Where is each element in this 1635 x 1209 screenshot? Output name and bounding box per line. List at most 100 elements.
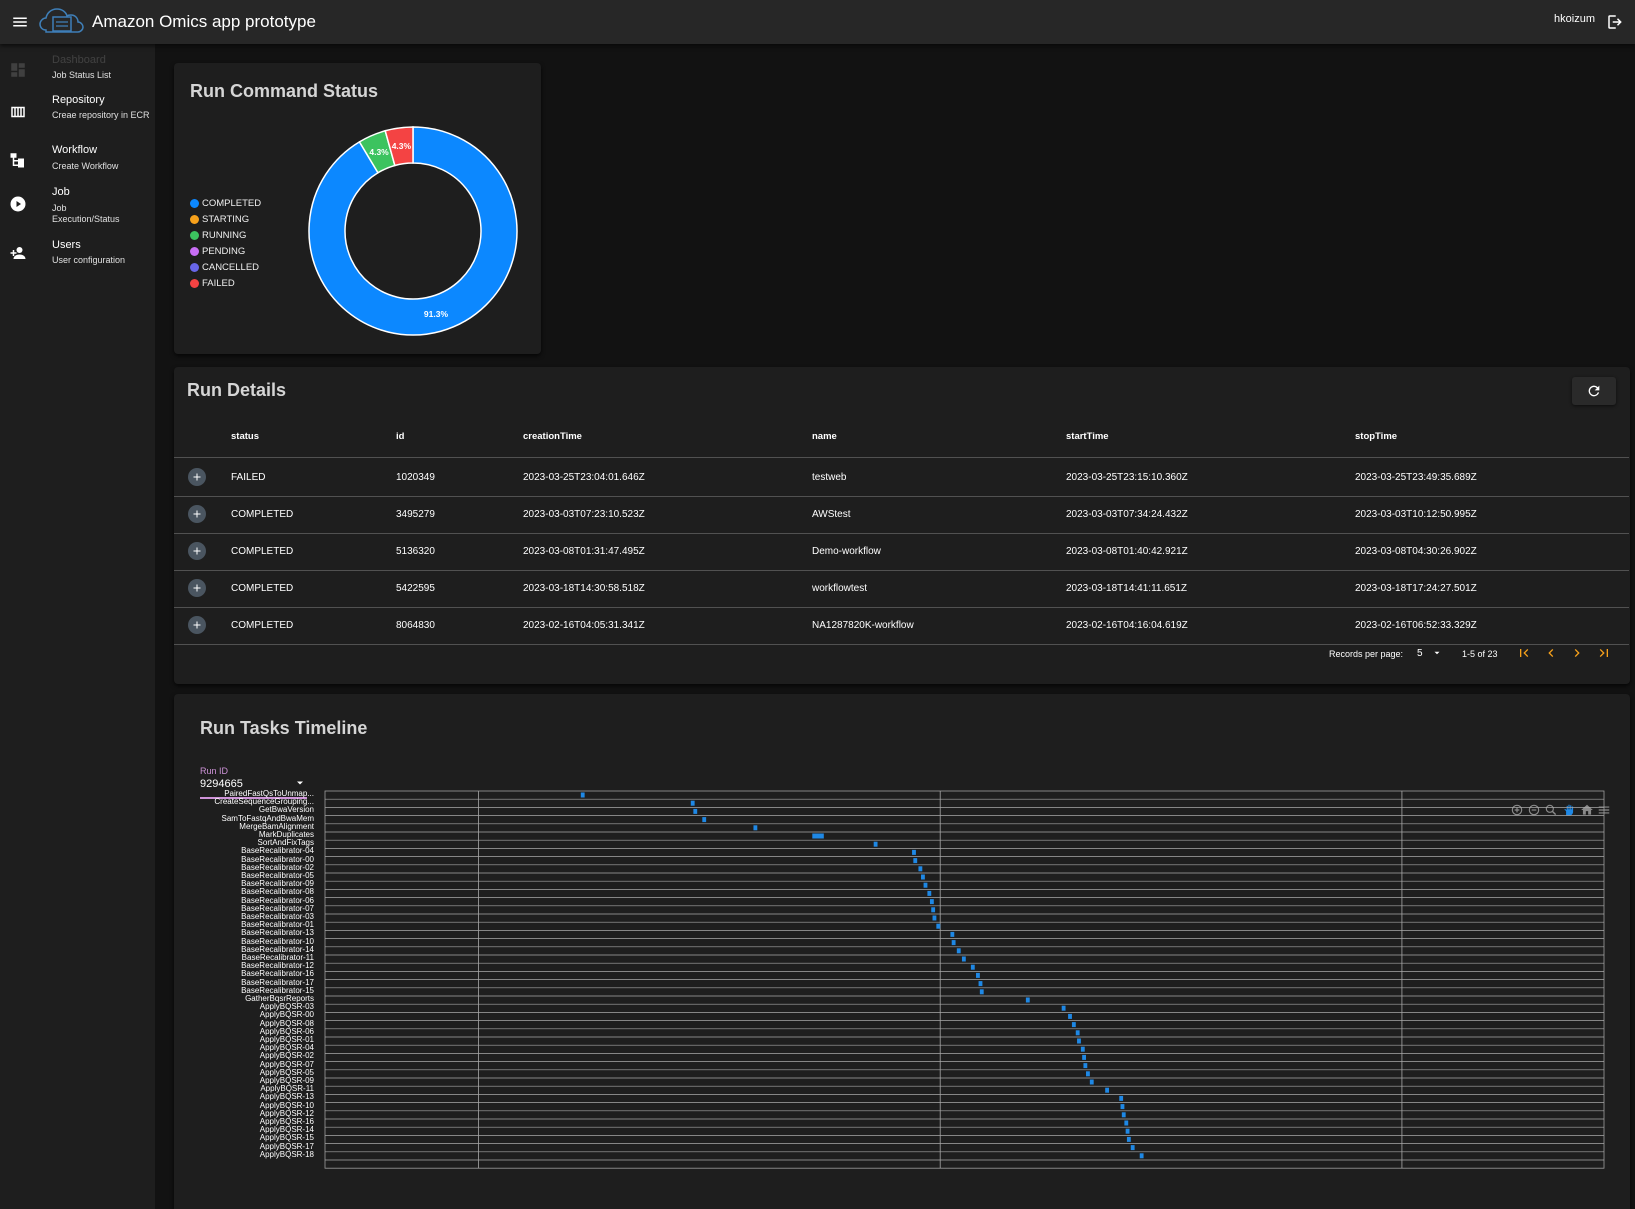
timeline-task-bar[interactable] (927, 890, 932, 896)
row-start-time: 2023-02-16T04:16:04.619Z (1066, 620, 1188, 631)
timeline-task-labels: PairedFastQsToUnmap... CreateSequenceGrou… (174, 694, 314, 1209)
row-stop-time: 2023-03-03T10:12:50.995Z (1355, 509, 1477, 520)
timeline-task-bar[interactable] (970, 964, 975, 970)
row-id: 8064830 (396, 620, 435, 631)
timeline-chart (324, 790, 1605, 1169)
records-per-page-label: Records per page: (1329, 649, 1404, 659)
timeline-task-bar[interactable] (1068, 1013, 1072, 1019)
timeline-task-bar[interactable] (951, 940, 956, 946)
column-header-id[interactable]: id (396, 431, 404, 442)
timeline-task-bar[interactable] (1121, 1112, 1126, 1118)
timeline-task-label: ApplyBQSR-18 (259, 1149, 314, 1159)
sidebar-item-repository[interactable]: Repository Creae repository in ECR (0, 92, 155, 136)
timeline-task-bar[interactable] (932, 915, 937, 921)
timeline-task-bar[interactable] (913, 858, 918, 864)
sidebar-item-workflow[interactable]: Workflow Create Workflow (0, 144, 155, 178)
next-page-button[interactable] (1567, 643, 1587, 663)
row-creation-time: 2023-03-03T07:23:10.523Z (523, 509, 645, 520)
timeline-task-bar[interactable] (931, 907, 936, 913)
timeline-task-bar[interactable] (921, 874, 925, 880)
logout-button[interactable] (1599, 6, 1631, 38)
timeline-task-bar[interactable] (956, 948, 961, 954)
timeline-task-bar[interactable] (961, 956, 966, 962)
legend-swatch (190, 230, 199, 240)
timeline-task-bar[interactable] (580, 792, 585, 798)
previous-page-button[interactable] (1541, 643, 1561, 663)
sidebar-item-job[interactable]: Job Job Execution/Status (0, 186, 155, 230)
timeline-task-bar[interactable] (1080, 1046, 1085, 1052)
menu-icon (13, 17, 27, 27)
timeline-task-bar[interactable] (1086, 1071, 1090, 1077)
row-creation-time: 2023-03-08T01:31:47.495Z (523, 546, 645, 557)
timeline-task-bar[interactable] (1061, 1005, 1066, 1011)
column-header-stop-time[interactable]: stopTime (1355, 431, 1397, 442)
timeline-task-bar[interactable] (936, 923, 941, 929)
timeline-task-bar[interactable] (1130, 1145, 1135, 1151)
expand-row-button[interactable] (188, 579, 206, 597)
expand-row-button[interactable] (188, 542, 206, 560)
timeline-task-bar[interactable] (1082, 1054, 1087, 1060)
row-name: AWStest (812, 509, 851, 520)
legend-item[interactable]: RUNNING (190, 227, 261, 243)
timeline-task-bar[interactable] (976, 972, 980, 978)
timeline-task-bar[interactable] (1125, 1128, 1130, 1134)
legend-label: RUNNING (202, 229, 247, 241)
slice-label-completed: 91.3% (424, 309, 449, 319)
timeline-task-bar[interactable] (912, 849, 916, 855)
timeline-task-bar[interactable] (702, 817, 707, 823)
menu-button[interactable] (2, 4, 38, 40)
timeline-task-bar[interactable] (1025, 997, 1030, 1003)
timeline-task-bar[interactable] (693, 808, 698, 814)
sidebar-item-users[interactable]: Users User configuration (0, 239, 155, 273)
timeline-task-bar[interactable] (1071, 1022, 1076, 1028)
sidebar-item-sub: Job Status List (52, 70, 112, 80)
timeline-task-bar[interactable] (1124, 1120, 1129, 1126)
row-start-time: 2023-03-25T23:15:10.360Z (1066, 472, 1188, 483)
records-per-page-value: 5 (1417, 648, 1423, 659)
expand-row-button[interactable] (188, 505, 206, 523)
legend-item[interactable]: CANCELLED (190, 259, 261, 275)
column-header-start-time[interactable]: startTime (1066, 431, 1109, 442)
legend-item[interactable]: STARTING (190, 211, 261, 227)
column-header-name[interactable]: name (812, 431, 837, 442)
timeline-task-bar[interactable] (812, 833, 824, 839)
row-id: 5136320 (396, 546, 435, 557)
timeline-task-bar[interactable] (1120, 1104, 1125, 1110)
records-per-page-select[interactable]: 5 (1414, 642, 1448, 662)
timeline-task-bar[interactable] (1077, 1038, 1081, 1044)
expand-row-button[interactable] (188, 468, 206, 486)
legend-item[interactable]: COMPLETED (190, 195, 261, 211)
timeline-task-bar[interactable] (1075, 1030, 1080, 1036)
timeline-task-bar[interactable] (873, 841, 878, 847)
timeline-task-bar[interactable] (1105, 1087, 1110, 1093)
timeline-task-bar[interactable] (979, 989, 984, 995)
timeline-task-bar[interactable] (1139, 1153, 1144, 1159)
row-start-time: 2023-03-18T14:41:11.651Z (1066, 583, 1188, 594)
refresh-button[interactable] (1572, 377, 1616, 405)
legend-label: PENDING (202, 245, 246, 257)
timeline-task-bar[interactable] (929, 899, 934, 905)
timeline-task-bar[interactable] (690, 800, 695, 806)
timeline-task-bar[interactable] (1083, 1063, 1088, 1069)
timeline-task-bar[interactable] (950, 931, 955, 937)
first-page-button[interactable] (1514, 643, 1534, 663)
first-page-icon (1520, 649, 1529, 657)
timeline-task-bar[interactable] (753, 825, 758, 831)
legend-item[interactable]: PENDING (190, 243, 261, 259)
column-header-status[interactable]: status (231, 431, 259, 442)
row-creation-time: 2023-02-16T04:05:31.341Z (523, 620, 645, 631)
last-page-button[interactable] (1594, 643, 1614, 663)
timeline-task-bar[interactable] (923, 882, 928, 888)
timeline-task-bar[interactable] (1089, 1079, 1094, 1085)
run-status-title: Run Command Status (190, 81, 379, 101)
expand-row-button[interactable] (188, 616, 206, 634)
timeline-task-bar[interactable] (1119, 1095, 1124, 1101)
legend-item[interactable]: FAILED (190, 275, 261, 291)
legend-swatch (190, 198, 199, 208)
row-name: NA1287820K-workflow (812, 620, 914, 631)
timeline-task-bar[interactable] (1126, 1136, 1131, 1142)
page-range: 1-5 of 23 (1462, 649, 1498, 659)
timeline-task-bar[interactable] (918, 866, 923, 872)
column-header-creation-time[interactable]: creationTime (523, 431, 582, 442)
timeline-task-bar[interactable] (978, 981, 983, 987)
